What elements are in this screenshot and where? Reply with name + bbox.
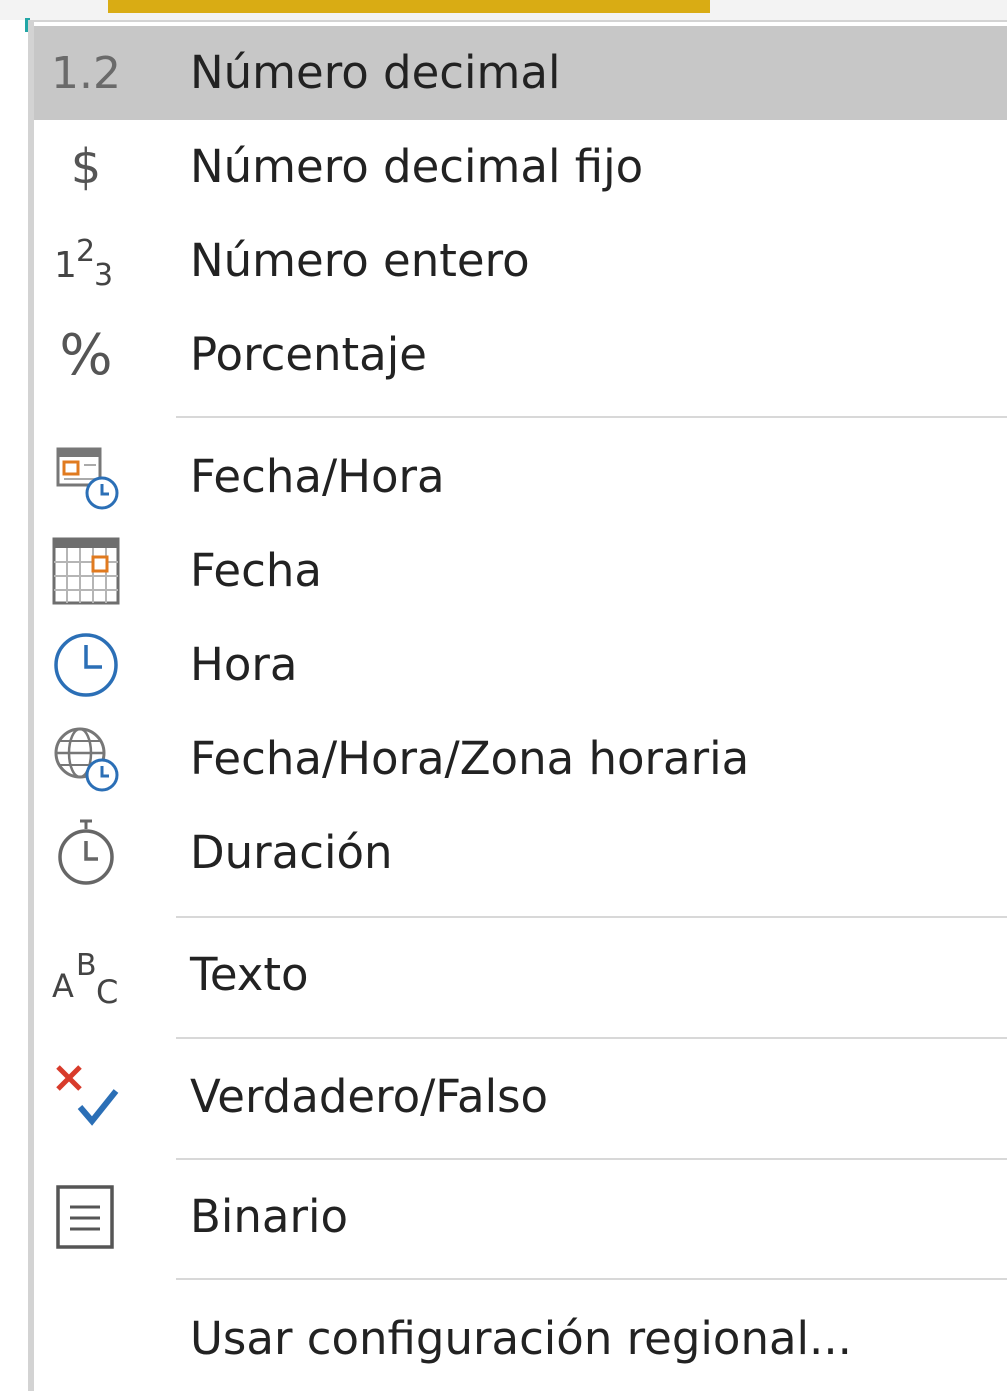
datetime-icon (50, 430, 122, 524)
data-type-context-menu: 1.2 Número decimal $ Número decimal fijo… (28, 20, 1007, 1391)
svg-text:C: C (96, 973, 118, 1011)
time-icon (50, 618, 122, 712)
svg-text:2: 2 (76, 234, 95, 269)
menu-item-label: Hora (190, 638, 298, 691)
menu-item-datetime[interactable]: Fecha/Hora (34, 430, 1007, 524)
menu-item-fixed-decimal-number[interactable]: $ Número decimal fijo (34, 120, 1007, 214)
menu-separator (176, 1037, 1007, 1039)
menu-separator (176, 916, 1007, 918)
duration-icon (50, 806, 122, 900)
menu-separator (176, 1278, 1007, 1280)
menu-item-label: Número entero (190, 234, 530, 287)
menu-item-percentage[interactable]: % Porcentaje (34, 308, 1007, 402)
menu-separator (176, 1158, 1007, 1160)
text-icon: A B C (50, 928, 122, 1022)
menu-item-duration[interactable]: Duración (34, 806, 1007, 900)
menu-item-date[interactable]: Fecha (34, 524, 1007, 618)
svg-text:3: 3 (94, 258, 113, 291)
true-false-icon (50, 1050, 122, 1144)
column-header-highlight (108, 0, 710, 13)
menu-item-label: Duración (190, 826, 393, 879)
menu-item-label: Fecha/Hora (190, 450, 445, 503)
svg-text:1: 1 (54, 245, 77, 286)
menu-item-label: Verdadero/Falso (190, 1070, 549, 1123)
menu-item-whole-number[interactable]: 1 2 3 Número entero (34, 214, 1007, 308)
binary-icon (50, 1170, 122, 1264)
menu-item-binary[interactable]: Binario (34, 1170, 1007, 1264)
svg-text:B: B (76, 948, 97, 983)
menu-item-label: Fecha (190, 544, 322, 597)
menu-item-use-locale[interactable]: Usar configuración regional... (34, 1292, 1007, 1386)
menu-item-label: Número decimal (190, 46, 561, 99)
menu-item-datetime-timezone[interactable]: Fecha/Hora/Zona horaria (34, 712, 1007, 806)
menu-item-text[interactable]: A B C Texto (34, 928, 1007, 1022)
whole-number-icon: 1 2 3 (50, 214, 122, 308)
menu-item-label: Porcentaje (190, 328, 427, 381)
menu-separator (176, 416, 1007, 418)
menu-item-label: Binario (190, 1190, 349, 1243)
menu-item-true-false[interactable]: Verdadero/Falso (34, 1050, 1007, 1144)
menu-item-decimal-number[interactable]: 1.2 Número decimal (34, 26, 1007, 120)
decimal-number-icon: 1.2 (51, 47, 121, 99)
menu-item-label: Número decimal fijo (190, 140, 644, 193)
menu-item-label: Usar configuración regional... (190, 1312, 852, 1365)
menu-item-label: Texto (190, 948, 309, 1001)
top-strip (0, 0, 1007, 32)
percent-icon: % (59, 322, 113, 388)
currency-icon: $ (70, 139, 102, 195)
menu-item-label: Fecha/Hora/Zona horaria (190, 732, 750, 785)
menu-item-time[interactable]: Hora (34, 618, 1007, 712)
datetime-timezone-icon (50, 712, 122, 806)
date-icon (50, 524, 122, 618)
svg-text:A: A (52, 967, 74, 1005)
